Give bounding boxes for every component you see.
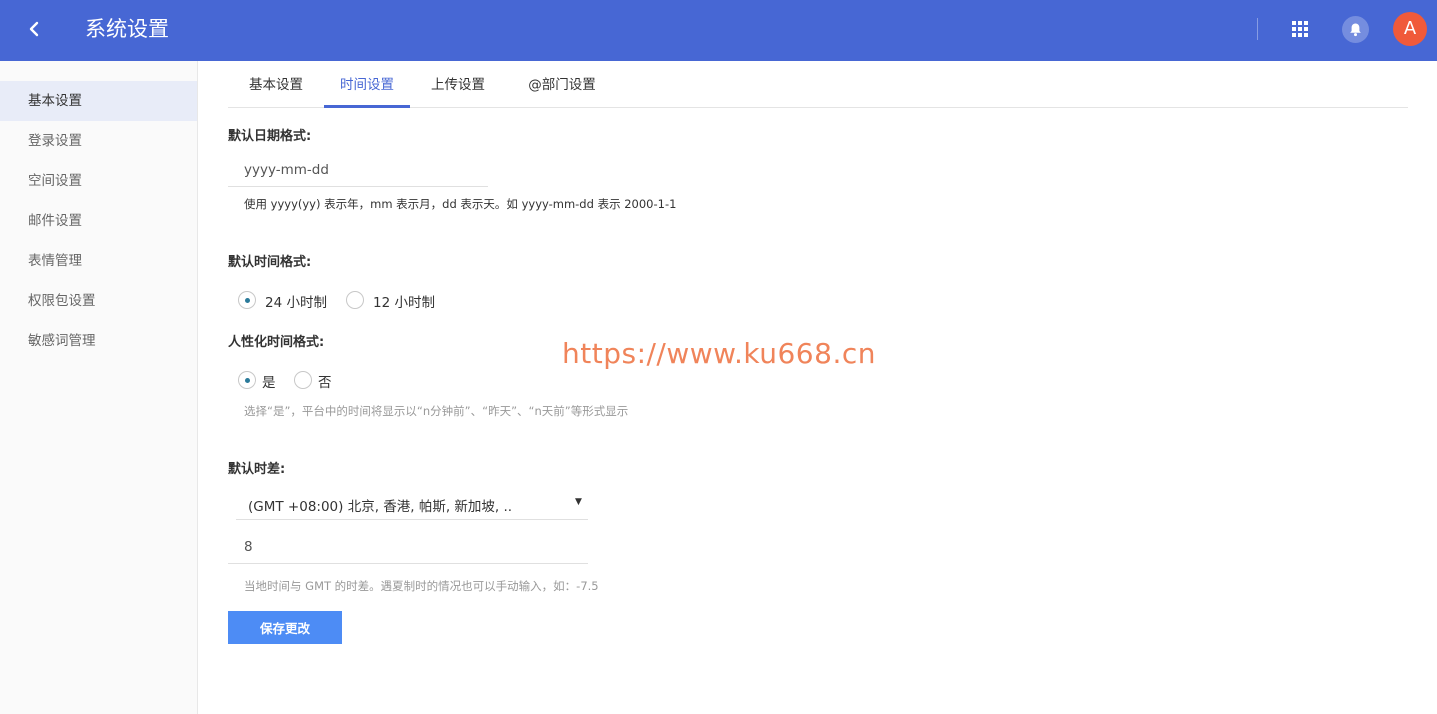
tab-upload[interactable]: 上传设置 xyxy=(410,63,506,108)
tab-bar: 基本设置 时间设置 上传设置 @部门设置 xyxy=(228,63,1408,108)
bell-icon[interactable] xyxy=(1342,16,1369,43)
active-tab-indicator xyxy=(324,105,410,108)
watermark-text: https://www.ku668.cn xyxy=(562,337,876,370)
sidebar-item-login[interactable]: 登录设置 xyxy=(0,121,197,161)
sidebar: 基本设置 登录设置 空间设置 邮件设置 表情管理 权限包设置 敏感词管理 xyxy=(0,61,198,714)
caret-down-icon: ▼ xyxy=(575,497,582,507)
page-title: 系统设置 xyxy=(85,17,169,41)
timezone-hint: 当地时间与 GMT 的时差。遇夏制时的情况也可以手动输入，如：-7.5 xyxy=(244,579,599,593)
radio-24h-label[interactable]: 24 小时制 xyxy=(265,291,327,311)
tab-time[interactable]: 时间设置 xyxy=(324,63,410,108)
save-button[interactable]: 保存更改 xyxy=(228,611,342,644)
sidebar-item-space[interactable]: 空间设置 xyxy=(0,161,197,201)
radio-humanized-no-label[interactable]: 否 xyxy=(318,371,332,391)
header-divider xyxy=(1257,18,1258,40)
humanized-label: 人性化时间格式: xyxy=(228,335,325,350)
tab-basic[interactable]: 基本设置 xyxy=(228,63,324,108)
date-format-hint: 使用 yyyy(yy) 表示年，mm 表示月，dd 表示天。如 yyyy-mm-… xyxy=(244,197,677,211)
top-bar: 系统设置 A xyxy=(0,0,1437,61)
radio-humanized-yes-label[interactable]: 是 xyxy=(262,371,276,391)
grid-icon[interactable] xyxy=(1290,19,1310,39)
date-format-input[interactable] xyxy=(228,153,488,187)
radio-12h[interactable] xyxy=(346,291,364,309)
sidebar-item-emoji[interactable]: 表情管理 xyxy=(0,241,197,281)
timezone-selected-value: (GMT +08:00) 北京, 香港, 帕斯, 新加坡, .. xyxy=(248,499,513,515)
radio-humanized-yes[interactable] xyxy=(238,371,256,389)
sidebar-item-mail[interactable]: 邮件设置 xyxy=(0,201,197,241)
sidebar-item-sensitive-words[interactable]: 敏感词管理 xyxy=(0,321,197,361)
radio-humanized-no[interactable] xyxy=(294,371,312,389)
radio-12h-label[interactable]: 12 小时制 xyxy=(373,291,435,311)
time-format-label: 默认时间格式: xyxy=(228,255,312,270)
timezone-label: 默认时差: xyxy=(228,462,286,477)
radio-24h[interactable] xyxy=(238,291,256,309)
humanized-hint: 选择“是”，平台中的时间将显示以“n分钟前”、“昨天”、“n天前”等形式显示 xyxy=(244,404,629,418)
timezone-select[interactable]: (GMT +08:00) 北京, 香港, 帕斯, 新加坡, .. ▼ xyxy=(236,486,588,520)
sidebar-item-basic[interactable]: 基本设置 xyxy=(0,81,197,121)
tab-department[interactable]: @部门设置 xyxy=(506,63,618,108)
date-format-label: 默认日期格式: xyxy=(228,129,312,144)
avatar[interactable]: A xyxy=(1393,12,1427,46)
sidebar-item-permissions[interactable]: 权限包设置 xyxy=(0,281,197,321)
back-icon[interactable] xyxy=(22,16,48,42)
timezone-offset-input[interactable] xyxy=(228,530,588,564)
